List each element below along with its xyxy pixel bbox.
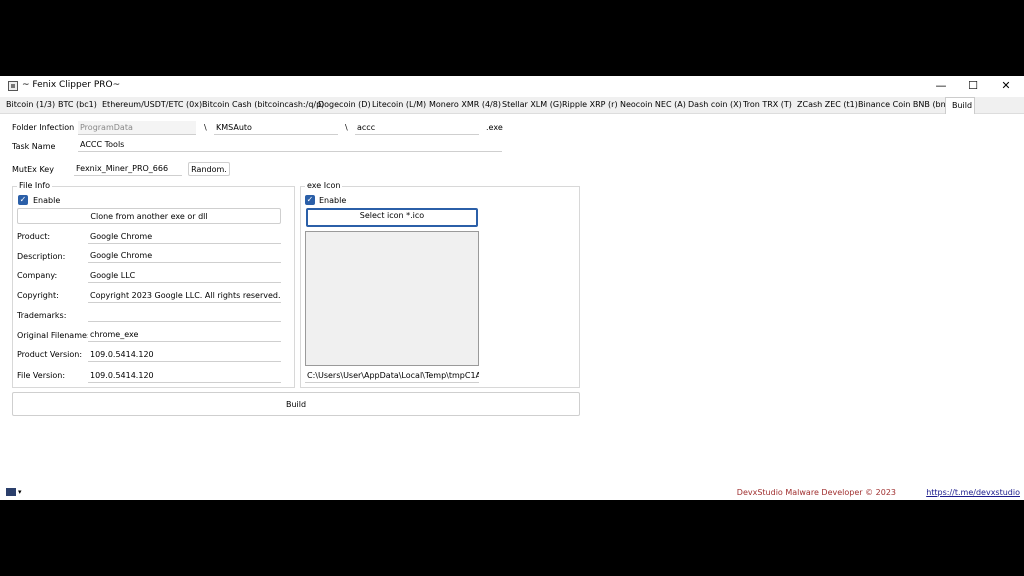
clone-button[interactable]: Clone from another exe or dll	[17, 208, 281, 224]
copyright-label: Copyright:	[17, 291, 59, 300]
close-button[interactable]: ✕	[991, 76, 1021, 95]
random-button[interactable]: Random.	[188, 162, 230, 176]
product-version-field[interactable]: 109.0.5414.120	[88, 348, 281, 362]
exe-extension-label: .exe	[486, 123, 503, 132]
tab-dash[interactable]: Dash coin (X)	[682, 97, 742, 113]
path-separator: \	[204, 123, 207, 132]
tab-ripple[interactable]: Ripple XRP (r)	[556, 97, 618, 113]
original-filename-field[interactable]: chrome_exe	[88, 328, 281, 342]
minimize-button[interactable]: —	[926, 76, 956, 95]
tab-build[interactable]: Build	[945, 97, 975, 114]
description-label: Description:	[17, 252, 66, 261]
tab-tron[interactable]: Tron TRX (T)	[737, 97, 792, 113]
folder-sub-field[interactable]: KMSAuto	[214, 121, 338, 135]
exe-icon-title: exe Icon	[305, 181, 343, 190]
original-filename-label: Original Filename:	[17, 331, 90, 340]
product-field[interactable]: Google Chrome	[88, 230, 281, 244]
description-field[interactable]: Google Chrome	[88, 249, 281, 263]
credit-text: DevxStudio Malware Developer © 2023	[736, 488, 896, 497]
file-version-label: File Version:	[17, 371, 66, 380]
path-separator: \	[345, 123, 348, 132]
tab-zcash[interactable]: ZCash ZEC (t1)	[791, 97, 858, 113]
status-bar: ▾ DevxStudio Malware Developer © 2023 ht…	[0, 486, 1024, 500]
main-window: ~ Fenix Clipper PRO~ — ☐ ✕ Bitcoin (1/3)…	[0, 76, 1024, 500]
tab-bitcoin-cash[interactable]: Bitcoin Cash (bitcoincash:/q/p)	[196, 97, 324, 113]
task-name-field[interactable]: ACCC Tools	[78, 138, 502, 152]
tab-litecoin[interactable]: Litecoin (L/M)	[366, 97, 426, 113]
file-info-enable-label: Enable	[33, 196, 61, 205]
file-info-enable-checkbox[interactable]: ✓	[18, 195, 28, 205]
copyright-field[interactable]: Copyright 2023 Google LLC. All rights re…	[88, 289, 281, 303]
folder-root-field[interactable]: ProgramData	[78, 121, 196, 135]
tab-bitcoin[interactable]: Bitcoin (1/3)	[0, 97, 55, 113]
file-version-field[interactable]: 109.0.5414.120	[88, 369, 281, 383]
chevron-down-icon[interactable]: ▾	[18, 488, 22, 496]
flag-icon[interactable]	[6, 488, 16, 496]
folder-infection-label: Folder Infection	[12, 123, 75, 132]
tab-binance[interactable]: Binance Coin BNB (bnb)	[852, 97, 954, 113]
exe-icon-enable-checkbox[interactable]: ✓	[305, 195, 315, 205]
product-version-label: Product Version:	[17, 350, 83, 359]
exe-name-field[interactable]: accc	[355, 121, 479, 135]
tab-dogecoin[interactable]: Dogecoin (D)	[312, 97, 371, 113]
window-title: ~ Fenix Clipper PRO~	[22, 80, 121, 90]
app-icon	[8, 81, 18, 91]
tab-ethereum[interactable]: Ethereum/USDT/ETC (0x)	[96, 97, 202, 113]
task-name-label: Task Name	[12, 142, 56, 151]
trademarks-label: Trademarks:	[17, 311, 67, 320]
maximize-button[interactable]: ☐	[958, 76, 988, 95]
trademarks-field[interactable]	[88, 308, 281, 322]
icon-path-field[interactable]: C:\Users\User\AppData\Local\Temp\tmpC1A8…	[305, 369, 479, 383]
product-label: Product:	[17, 232, 51, 241]
exe-icon-enable-label: Enable	[319, 196, 347, 205]
title-bar: ~ Fenix Clipper PRO~ — ☐ ✕	[0, 76, 1024, 95]
tab-monero[interactable]: Monero XMR (4/8)	[423, 97, 501, 113]
tab-stellar[interactable]: Stellar XLM (G)	[496, 97, 562, 113]
tab-btc-bc1[interactable]: BTC (bc1)	[52, 97, 97, 113]
file-info-title: File Info	[17, 181, 53, 190]
tab-neocoin[interactable]: Neocoin NEC (A)	[614, 97, 686, 113]
tab-strip: Bitcoin (1/3) BTC (bc1) Ethereum/USDT/ET…	[0, 97, 1024, 114]
company-label: Company:	[17, 271, 58, 280]
mutex-label: MutEx Key	[12, 165, 54, 174]
company-field[interactable]: Google LLC	[88, 269, 281, 283]
select-icon-button[interactable]: Select icon *.ico	[306, 208, 478, 227]
mutex-field[interactable]: Fexnix_Miner_PRO_666	[74, 162, 182, 176]
telegram-link[interactable]: https://t.me/devxstudio	[926, 488, 1020, 497]
build-button[interactable]: Build	[12, 392, 580, 416]
icon-preview	[305, 231, 479, 366]
